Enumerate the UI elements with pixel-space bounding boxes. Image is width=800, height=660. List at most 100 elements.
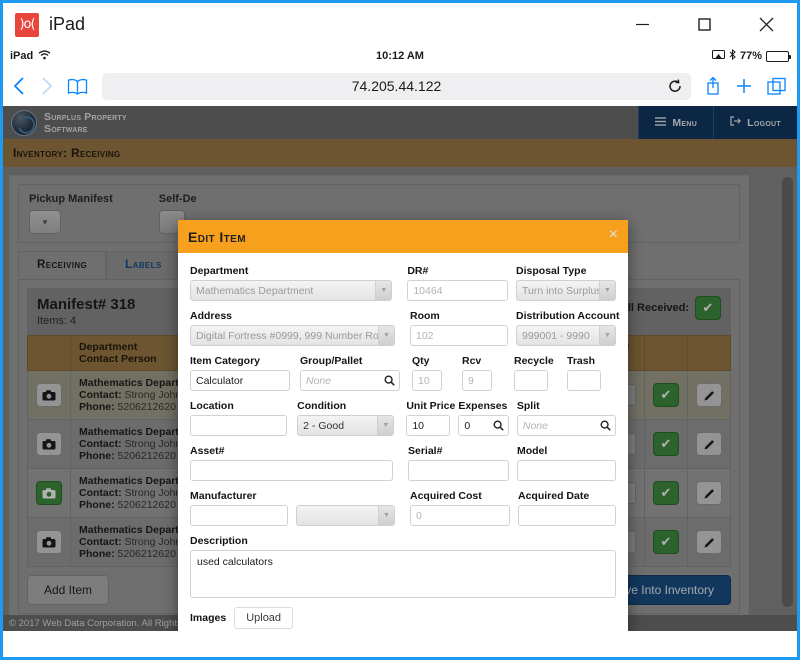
caret-down-icon: ▼ bbox=[378, 326, 394, 345]
ios-status-bar: iPad 10:12 AM 77% bbox=[3, 46, 797, 66]
window-title: iPad bbox=[49, 14, 86, 34]
field-acquired-cost: Acquired Cost 0 bbox=[410, 490, 510, 526]
plus-icon[interactable] bbox=[735, 77, 753, 95]
chevron-left-icon[interactable] bbox=[13, 76, 26, 96]
field-rcv: Rcv 9 bbox=[462, 355, 492, 391]
field-expenses: Expenses 0 bbox=[458, 400, 509, 436]
label-split: Split bbox=[516, 400, 540, 412]
address-value: Digital Fortress #0999, 999 Number Road … bbox=[196, 329, 394, 342]
close-icon[interactable]: × bbox=[609, 227, 618, 243]
department-select[interactable]: Mathematics Department ▼ bbox=[190, 280, 393, 301]
field-location: Location bbox=[190, 400, 288, 436]
chevron-right-icon[interactable] bbox=[40, 76, 53, 96]
search-icon[interactable] bbox=[380, 370, 400, 391]
field-serial-number: Serial# bbox=[407, 445, 509, 481]
tabs-icon[interactable] bbox=[767, 77, 787, 96]
form-row-3: Item Category Calculator Group/Pallet No… bbox=[190, 355, 616, 391]
browser-toolbar: 74.205.44.122 bbox=[3, 66, 797, 106]
field-item-category: Item Category Calculator bbox=[190, 355, 290, 391]
label-department: Department bbox=[190, 265, 249, 277]
description-textarea[interactable]: used calculators bbox=[190, 550, 616, 598]
maximize-button[interactable] bbox=[673, 3, 735, 46]
room-input[interactable]: 102 bbox=[410, 325, 508, 346]
label-acquired-date: Acquired Date bbox=[517, 490, 590, 502]
form-row-6: Manufacturer ▼ Acquired Cost 0 Acquired … bbox=[190, 490, 616, 526]
label-serial-number: Serial# bbox=[407, 445, 443, 457]
label-qty: Qty bbox=[412, 355, 430, 367]
group-pallet-input[interactable]: None bbox=[300, 370, 380, 391]
acquired-cost-input[interactable]: 0 bbox=[410, 505, 510, 526]
asset-number-input[interactable] bbox=[190, 460, 393, 481]
search-icon[interactable] bbox=[596, 415, 616, 436]
label-dr-number: DR# bbox=[407, 265, 429, 277]
search-icon[interactable] bbox=[488, 415, 509, 436]
field-description: Description used calculators bbox=[190, 535, 616, 598]
model-input[interactable] bbox=[516, 460, 616, 481]
trash-input[interactable] bbox=[567, 370, 601, 391]
label-unit-price: Unit Price bbox=[406, 400, 456, 412]
field-disposal-type: Disposal Type Turn into Surplus ▼ bbox=[516, 265, 616, 301]
item-category-input[interactable]: Calculator bbox=[190, 370, 290, 391]
form-row-4: Location Condition 2 - Good ▼ Unit Price… bbox=[190, 400, 616, 436]
label-rcv: Rcv bbox=[462, 355, 482, 367]
rcv-input[interactable]: 9 bbox=[462, 370, 492, 391]
url-text: 74.205.44.122 bbox=[351, 78, 442, 94]
distribution-account-value: 999001 - 9990 bbox=[522, 329, 590, 342]
edit-item-modal: Edit Item × Department Mathematics Depar… bbox=[178, 220, 628, 631]
manufacturer-input[interactable] bbox=[190, 505, 288, 526]
battery-icon bbox=[766, 50, 791, 62]
share-icon[interactable] bbox=[705, 76, 721, 96]
distribution-account-select[interactable]: 999001 - 9990 ▼ bbox=[516, 325, 616, 346]
url-bar[interactable]: 74.205.44.122 bbox=[102, 72, 691, 100]
disposal-type-select[interactable]: Turn into Surplus ▼ bbox=[516, 280, 616, 301]
field-department: Department Mathematics Department ▼ bbox=[190, 265, 393, 301]
airplay-icon bbox=[711, 49, 725, 63]
close-button[interactable] bbox=[735, 3, 797, 46]
label-condition: Condition bbox=[297, 400, 347, 412]
field-dr-number: DR# 10464 bbox=[407, 265, 508, 301]
book-icon[interactable] bbox=[67, 78, 88, 95]
label-asset-number: Asset# bbox=[190, 445, 225, 457]
label-item-category: Item Category bbox=[190, 355, 261, 367]
window-title-bar: )o( iPad bbox=[3, 3, 797, 46]
qty-input[interactable]: 10 bbox=[412, 370, 442, 391]
field-asset-number: Asset# bbox=[190, 445, 393, 481]
field-acquired-date: Acquired Date bbox=[517, 490, 616, 526]
expenses-input[interactable]: 0 bbox=[458, 415, 489, 436]
label-manufacturer: Manufacturer bbox=[190, 490, 257, 502]
field-group-pallet: Group/Pallet None bbox=[300, 355, 400, 391]
recycle-input[interactable] bbox=[514, 370, 548, 391]
label-location: Location bbox=[190, 400, 234, 412]
caret-down-icon: ▼ bbox=[377, 416, 394, 435]
address-select[interactable]: Digital Fortress #0999, 999 Number Road … bbox=[190, 325, 395, 346]
page-viewport: Surplus Property Software Menu Logout In… bbox=[3, 106, 797, 631]
minimize-button[interactable] bbox=[611, 3, 673, 46]
label-trash: Trash bbox=[567, 355, 596, 367]
serial-number-input[interactable] bbox=[407, 460, 509, 481]
caret-down-icon: ▼ bbox=[378, 506, 394, 525]
department-value: Mathematics Department bbox=[196, 284, 314, 297]
status-time: 10:12 AM bbox=[376, 50, 424, 62]
location-input[interactable] bbox=[190, 415, 288, 436]
acquired-date-input[interactable] bbox=[517, 505, 616, 526]
upload-button[interactable]: Upload bbox=[234, 607, 294, 629]
label-acquired-cost: Acquired Cost bbox=[410, 490, 482, 502]
label-group-pallet: Group/Pallet bbox=[300, 355, 363, 367]
caret-down-icon: ▼ bbox=[599, 326, 615, 345]
reload-icon[interactable] bbox=[668, 79, 682, 93]
modal-header: Edit Item × bbox=[178, 220, 628, 253]
field-distribution-account: Distribution Account 999001 - 9990 ▼ bbox=[516, 310, 619, 346]
field-trash: Trash bbox=[567, 355, 601, 391]
condition-select[interactable]: 2 - Good ▼ bbox=[297, 415, 395, 436]
battery-percent: 77% bbox=[739, 50, 762, 62]
unit-price-input[interactable]: 10 bbox=[406, 415, 451, 436]
manufacturer-select[interactable]: ▼ bbox=[296, 505, 395, 526]
field-address: Address Digital Fortress #0999, 999 Numb… bbox=[190, 310, 395, 346]
field-manufacturer: Manufacturer ▼ bbox=[190, 490, 395, 526]
split-input[interactable]: None bbox=[516, 415, 596, 436]
label-description: Description bbox=[190, 535, 248, 547]
label-room: Room bbox=[410, 310, 440, 322]
label-address: Address bbox=[190, 310, 233, 322]
form-row-1: Department Mathematics Department ▼ DR# … bbox=[190, 265, 616, 301]
dr-number-input[interactable]: 10464 bbox=[407, 280, 508, 301]
